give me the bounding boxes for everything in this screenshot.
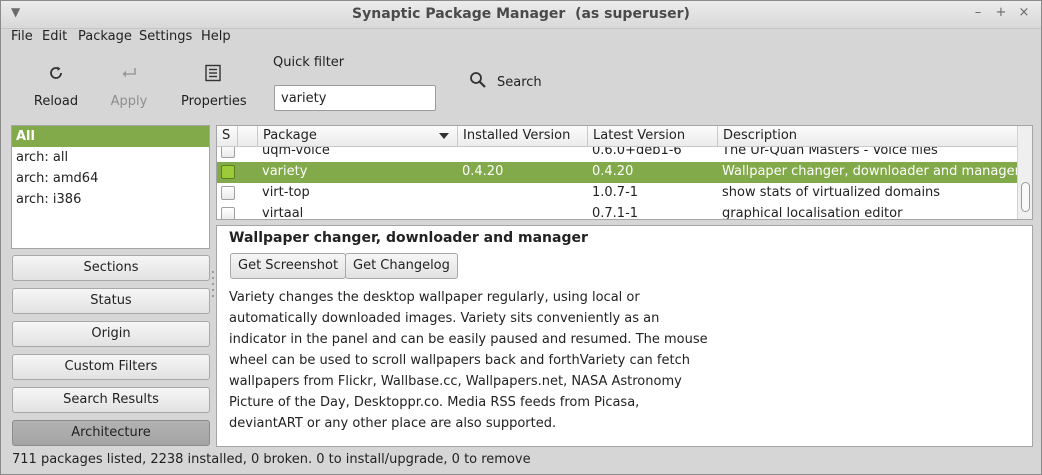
window-title: Synaptic Package Manager (as superuser) bbox=[352, 6, 690, 22]
menu-bar: File Edit Package Settings Help bbox=[1, 29, 1041, 51]
menu-help[interactable]: Help bbox=[201, 29, 231, 44]
installed-version: 0.4.20 bbox=[462, 164, 504, 179]
package-name: virtaal bbox=[262, 206, 304, 220]
menu-edit[interactable]: Edit bbox=[42, 29, 67, 44]
package-checkbox[interactable] bbox=[221, 186, 235, 200]
latest-version: 1.0.7-1 bbox=[592, 185, 639, 200]
properties-button[interactable]: Properties bbox=[181, 61, 247, 109]
minimize-icon[interactable]: – bbox=[970, 5, 986, 20]
reload-label: Reload bbox=[33, 94, 79, 109]
description-line: wallpapers from Flickr, Wallbase.cc, Wal… bbox=[229, 374, 682, 389]
column-package[interactable]: Package bbox=[258, 126, 458, 147]
menu-file[interactable]: File bbox=[11, 29, 33, 44]
package-long-description: Variety changes the desktop wallpaper re… bbox=[229, 287, 708, 434]
latest-version: 0.6.0+deb1-6 bbox=[592, 147, 682, 158]
search-icon bbox=[469, 71, 487, 93]
sections-button[interactable]: Sections bbox=[12, 255, 210, 281]
status-bar: 711 packages listed, 2238 installed, 0 b… bbox=[12, 452, 531, 467]
filter-item-arch-i386[interactable]: arch: i386 bbox=[12, 189, 209, 210]
sort-descending-icon bbox=[439, 133, 449, 139]
reload-button[interactable]: Reload bbox=[31, 61, 81, 109]
package-description: The Ur-Quan Masters - Voice files bbox=[722, 147, 938, 158]
search-results-button[interactable]: Search Results bbox=[12, 387, 210, 413]
search-button[interactable]: Search bbox=[469, 71, 542, 93]
menu-settings[interactable]: Settings bbox=[139, 29, 192, 44]
package-name: uqm-voice bbox=[262, 147, 330, 158]
package-table: S Package Installed Version Latest Versi… bbox=[216, 125, 1033, 220]
package-detail-pane: Wallpaper changer, downloader and manage… bbox=[216, 225, 1033, 447]
package-checkbox[interactable] bbox=[221, 207, 235, 219]
synaptic-window: ▼ Synaptic Package Manager (as superuser… bbox=[0, 0, 1042, 475]
table-resize-handle[interactable] bbox=[614, 220, 636, 231]
package-name: variety bbox=[262, 164, 308, 179]
custom-filters-button[interactable]: Custom Filters bbox=[12, 354, 210, 380]
close-icon[interactable]: × bbox=[1016, 5, 1032, 20]
table-row[interactable]: virt-top 1.0.7-1 show stats of virtualiz… bbox=[217, 183, 1018, 204]
quick-filter-label: Quick filter bbox=[273, 55, 345, 70]
architecture-button[interactable]: Architecture bbox=[12, 420, 210, 446]
description-line: Variety changes the desktop wallpaper re… bbox=[229, 290, 640, 305]
package-installed-checkbox[interactable] bbox=[221, 165, 235, 179]
package-description: Wallpaper changer, downloader and manage… bbox=[722, 164, 1018, 179]
latest-version: 0.7.1-1 bbox=[592, 206, 639, 220]
table-body: uqm-voice 0.6.0+deb1-6 The Ur-Quan Maste… bbox=[217, 147, 1018, 220]
toolbar: Reload Apply Properties Quick filter Sea… bbox=[1, 53, 1041, 115]
get-changelog-button[interactable]: Get Changelog bbox=[345, 253, 458, 279]
apply-button[interactable]: Apply bbox=[106, 61, 152, 109]
table-scrollbar[interactable] bbox=[1017, 126, 1032, 219]
pane-resize-handle[interactable] bbox=[212, 271, 215, 301]
detail-title: Wallpaper changer, downloader and manage… bbox=[229, 230, 588, 246]
package-name: virt-top bbox=[262, 185, 310, 200]
table-row[interactable]: virtaal 0.7.1-1 graphical localisation e… bbox=[217, 204, 1018, 220]
apply-label: Apply bbox=[110, 94, 148, 109]
column-status[interactable]: S bbox=[217, 126, 238, 147]
description-line: deviantART or any other place are also s… bbox=[229, 416, 557, 431]
properties-label: Properties bbox=[181, 94, 247, 109]
column-installed-version[interactable]: Installed Version bbox=[458, 126, 588, 147]
description-line: automatically downloaded images. Variety… bbox=[229, 311, 660, 326]
reload-icon bbox=[31, 61, 81, 85]
quick-filter-input[interactable] bbox=[274, 85, 436, 111]
description-line: wheel can be used to scroll wallpapers b… bbox=[229, 353, 690, 368]
maximize-icon[interactable]: + bbox=[993, 5, 1009, 20]
package-checkbox[interactable] bbox=[221, 147, 235, 158]
menu-package[interactable]: Package bbox=[78, 29, 132, 44]
package-description: show stats of virtualized domains bbox=[722, 185, 941, 200]
column-description[interactable]: Description bbox=[718, 126, 1018, 147]
latest-version: 0.4.20 bbox=[592, 164, 634, 179]
get-screenshot-button[interactable]: Get Screenshot bbox=[230, 253, 347, 279]
table-row-selected[interactable]: variety 0.4.20 0.4.20 Wallpaper changer,… bbox=[217, 162, 1018, 183]
filter-item-all[interactable]: All bbox=[12, 126, 209, 147]
filter-item-arch-all[interactable]: arch: all bbox=[12, 147, 209, 168]
description-line: indicator in the panel and can be easily… bbox=[229, 332, 708, 347]
description-line: Picture of the Day, Desktoppr.co. Media … bbox=[229, 395, 640, 410]
origin-button[interactable]: Origin bbox=[12, 321, 210, 347]
title-bar[interactable]: ▼ Synaptic Package Manager (as superuser… bbox=[1, 1, 1041, 29]
properties-icon bbox=[181, 61, 245, 85]
apply-icon bbox=[106, 61, 152, 85]
table-scrollbar-thumb[interactable] bbox=[1021, 182, 1030, 212]
filter-item-arch-amd64[interactable]: arch: amd64 bbox=[12, 168, 209, 189]
status-button[interactable]: Status bbox=[12, 288, 210, 314]
filter-list: All arch: all arch: amd64 arch: i386 bbox=[11, 125, 210, 249]
search-label: Search bbox=[497, 74, 542, 90]
table-row[interactable]: uqm-voice 0.6.0+deb1-6 The Ur-Quan Maste… bbox=[217, 147, 1018, 162]
package-description: graphical localisation editor bbox=[722, 206, 903, 220]
column-latest-version[interactable]: Latest Version bbox=[588, 126, 718, 147]
table-header: S Package Installed Version Latest Versi… bbox=[217, 126, 1018, 147]
column-support[interactable] bbox=[238, 126, 258, 147]
